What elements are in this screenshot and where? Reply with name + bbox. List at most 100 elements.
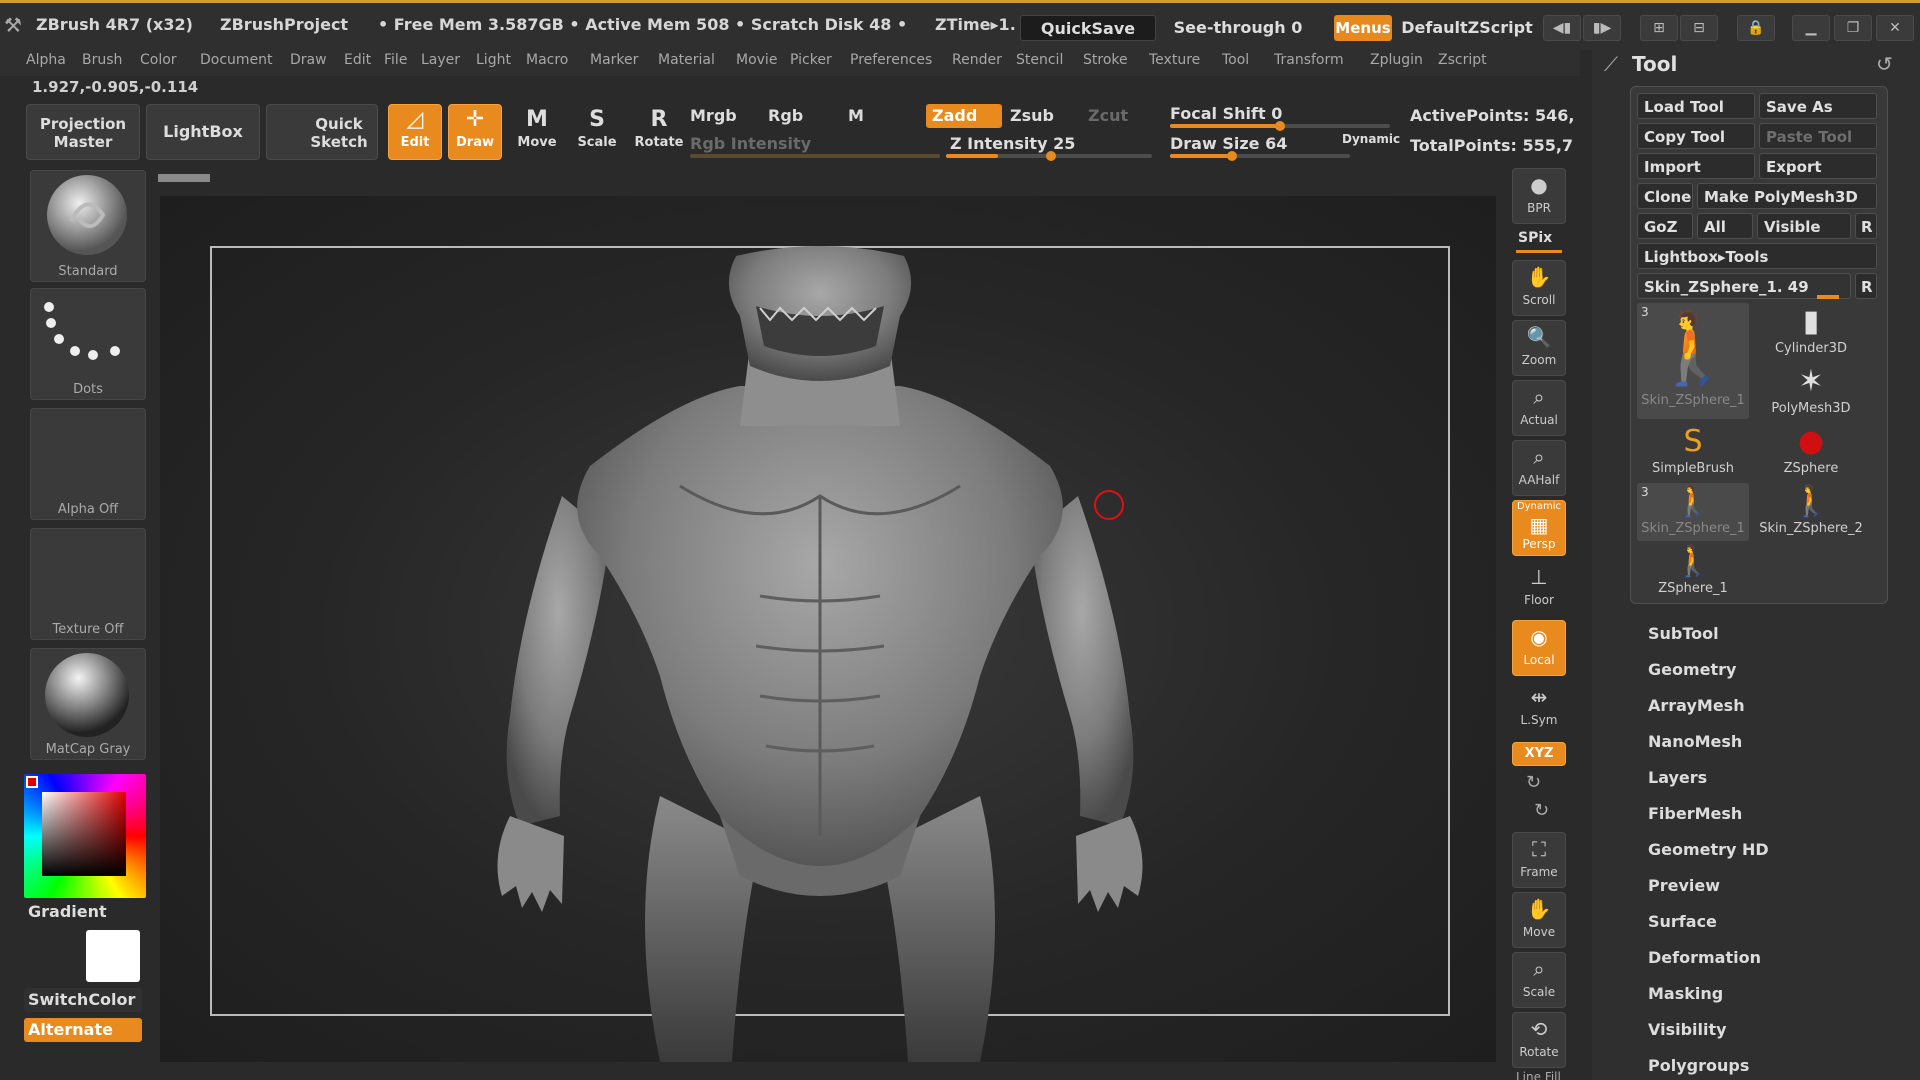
menu-alpha[interactable]: Alpha [26, 52, 66, 68]
zcut-button[interactable]: Zcut [1088, 106, 1128, 125]
spix-label[interactable]: SPix [1518, 230, 1552, 246]
alternate-button[interactable]: Alternate [24, 1018, 142, 1042]
see-through-slider[interactable]: See-through 0 [1168, 15, 1308, 41]
subpalette-surface[interactable]: Surface [1648, 912, 1717, 931]
xyz-button[interactable]: XYZ [1512, 742, 1566, 766]
local-button[interactable]: ◉ Local [1512, 620, 1566, 676]
menu-color[interactable]: Color [140, 52, 177, 68]
focal-shift-slider[interactable] [1170, 121, 1390, 131]
material-selector[interactable]: MatCap Gray [30, 648, 146, 760]
tool-thumb-skin-zsphere-1[interactable]: 3 🚶 Skin_ZSphere_1 [1637, 303, 1749, 419]
texture-selector[interactable]: Texture Off [30, 528, 146, 640]
save-as-button[interactable]: Save As [1759, 93, 1877, 119]
alpha-selector[interactable]: Alpha Off [30, 408, 146, 520]
switch-color-button[interactable]: SwitchColor [24, 988, 142, 1012]
edit-mode-button[interactable]: ◿ Edit [388, 104, 442, 160]
menu-light[interactable]: Light [476, 52, 511, 68]
menu-macro[interactable]: Macro [526, 52, 568, 68]
tool-thumb-cylinder3d[interactable]: ▮ Cylinder3D [1755, 303, 1867, 361]
projection-master-button[interactable]: Projection Master [26, 104, 140, 160]
menu-movie[interactable]: Movie [736, 52, 777, 68]
tool-thumb-zsphere[interactable]: ● ZSphere [1755, 423, 1867, 481]
goz-r-button[interactable]: R [1855, 213, 1877, 239]
menu-picker[interactable]: Picker [790, 52, 832, 68]
subpalette-subtool[interactable]: SubTool [1648, 624, 1719, 643]
actual-button[interactable]: ⌕ Actual [1512, 380, 1566, 436]
menu-brush[interactable]: Brush [82, 52, 122, 68]
menus-button[interactable]: Menus [1334, 15, 1392, 41]
quick-sketch-button[interactable]: Quick Sketch [266, 104, 378, 160]
default-zscript-button[interactable]: DefaultZScript [1396, 15, 1538, 41]
move-view-button[interactable]: ✋ Move [1512, 892, 1566, 948]
rotate-mode-button[interactable]: R Rotate [632, 104, 686, 160]
lightbox-tools-button[interactable]: Lightbox▸Tools [1637, 243, 1877, 269]
clone-button[interactable]: Clone [1637, 183, 1693, 209]
move-mode-button[interactable]: M Move [510, 104, 564, 160]
quicksave-button[interactable]: QuickSave [1020, 15, 1156, 41]
floor-button[interactable]: ⊥ Floor [1512, 560, 1566, 616]
subpalette-nanomesh[interactable]: NanoMesh [1648, 732, 1742, 751]
goz-all-button[interactable]: All [1697, 213, 1753, 239]
menu-zscript[interactable]: Zscript [1438, 52, 1487, 68]
menu-render[interactable]: Render [952, 52, 1002, 68]
bpr-button[interactable]: ● BPR [1512, 168, 1566, 224]
dynamic-toggle[interactable]: Dynamic [1342, 132, 1400, 146]
scale-mode-button[interactable]: S Scale [570, 104, 624, 160]
expand-ui-icon[interactable]: ▮▶ [1583, 15, 1621, 41]
color-saturation-square[interactable] [42, 792, 126, 876]
zsub-button[interactable]: Zsub [1010, 106, 1054, 125]
make-polymesh3d-button[interactable]: Make PolyMesh3D [1697, 183, 1877, 209]
goz-button[interactable]: GoZ [1637, 213, 1693, 239]
z-intensity-slider[interactable] [946, 151, 1152, 161]
rgb-intensity-slider[interactable] [690, 154, 940, 158]
zadd-button[interactable]: Zadd [926, 104, 1002, 128]
close-icon[interactable]: ✕ [1876, 15, 1914, 41]
lock-icon[interactable]: 🔒 [1737, 15, 1775, 41]
rotate-z-icon[interactable]: ↻ [1534, 800, 1549, 821]
subpalette-layers[interactable]: Layers [1648, 768, 1707, 787]
gradient-label[interactable]: Gradient [28, 902, 107, 921]
menu-preferences[interactable]: Preferences [850, 52, 932, 68]
frame-button[interactable]: ⛶ Frame [1512, 832, 1566, 888]
rotate-y-icon[interactable]: ↻ [1526, 772, 1541, 793]
rgb-button[interactable]: Rgb [768, 106, 803, 125]
subpalette-arraymesh[interactable]: ArrayMesh [1648, 696, 1745, 715]
menu-file[interactable]: File [384, 52, 407, 68]
zoom-button[interactable]: 🔍 Zoom [1512, 320, 1566, 376]
reset-palette-icon[interactable]: ↺ [1876, 52, 1893, 76]
maximize-icon[interactable]: ❐ [1834, 15, 1872, 41]
stroke-selector[interactable]: Dots [30, 288, 146, 400]
subpalette-masking[interactable]: Masking [1648, 984, 1723, 1003]
brush-selector[interactable]: Standard [30, 170, 146, 282]
tool-thumb-polymesh3d[interactable]: ✶ PolyMesh3D [1755, 363, 1867, 421]
tool-thumb-simplebrush[interactable]: S SimpleBrush [1637, 423, 1749, 481]
aahalf-button[interactable]: ⌕ AAHalf [1512, 440, 1566, 496]
tool-thumb-skin-zsphere-2[interactable]: 🚶 Skin_ZSphere_2 [1755, 483, 1867, 541]
menu-document[interactable]: Document [200, 52, 273, 68]
menu-stencil[interactable]: Stencil [1016, 52, 1063, 68]
subpalette-visibility[interactable]: Visibility [1648, 1020, 1727, 1039]
lightbox-button[interactable]: LightBox [146, 104, 260, 160]
menu-texture[interactable]: Texture [1149, 52, 1200, 68]
current-tool-r-button[interactable]: R [1855, 273, 1877, 299]
pin-icon[interactable]: ⟋ [1604, 52, 1618, 76]
menu-draw[interactable]: Draw [290, 52, 327, 68]
scroll-button[interactable]: ✋ Scroll [1512, 260, 1566, 316]
color-picker[interactable] [24, 774, 146, 898]
load-tool-button[interactable]: Load Tool [1637, 93, 1755, 119]
secondary-color-swatch[interactable] [86, 930, 140, 982]
copy-tool-button[interactable]: Copy Tool [1637, 123, 1755, 149]
export-button[interactable]: Export [1759, 153, 1877, 179]
subpalette-deformation[interactable]: Deformation [1648, 948, 1761, 967]
menu-transform[interactable]: Transform [1274, 52, 1344, 68]
layout-alt-icon[interactable]: ⊟ [1680, 15, 1718, 41]
tool-thumb-zsphere-1[interactable]: 🚶 ZSphere_1 [1637, 543, 1749, 601]
canvas-viewport[interactable] [160, 196, 1496, 1062]
subpalette-fibermesh[interactable]: FiberMesh [1648, 804, 1742, 823]
subpalette-geometry-hd[interactable]: Geometry HD [1648, 840, 1769, 859]
minimize-icon[interactable]: ▁ [1792, 15, 1830, 41]
paste-tool-button[interactable]: Paste Tool [1759, 123, 1877, 149]
menu-material[interactable]: Material [658, 52, 715, 68]
viewport-scrollbar[interactable] [158, 174, 210, 182]
m-button[interactable]: M [848, 106, 864, 125]
